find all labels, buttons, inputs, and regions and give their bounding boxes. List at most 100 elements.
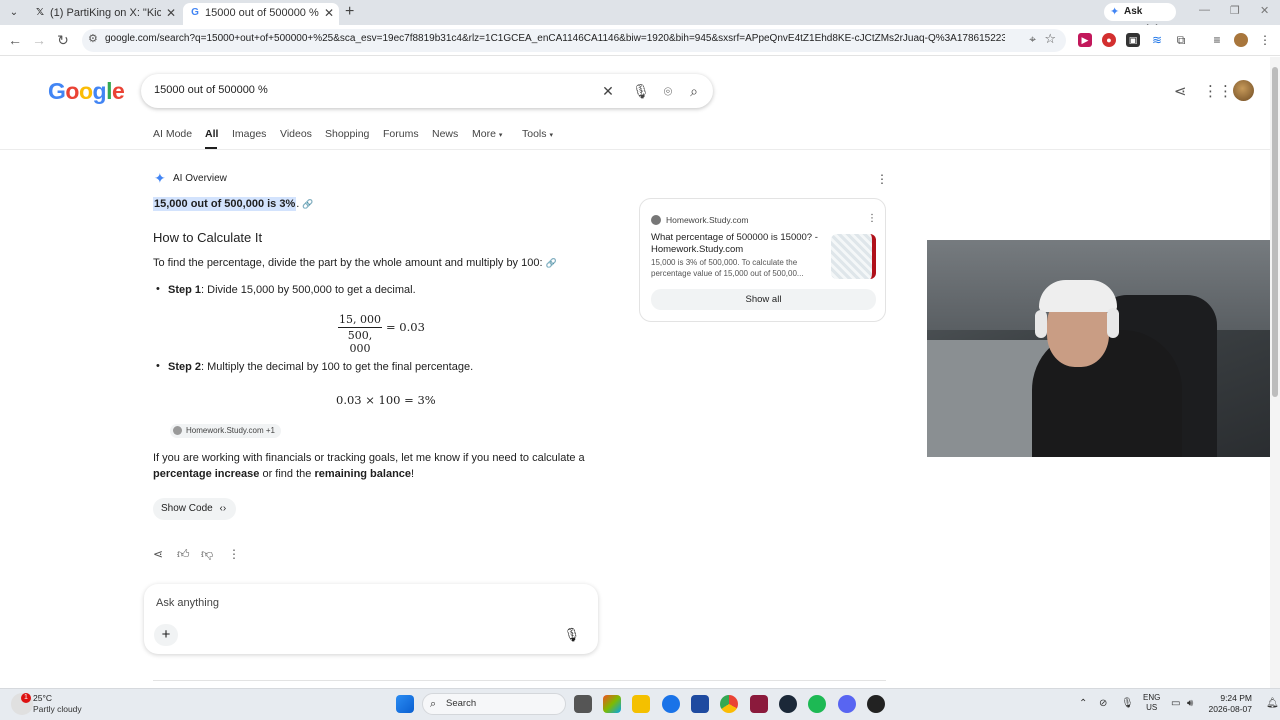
tab-strip: ⌄ 𝕏 (1) PartiKing on X: "Kick stream ✕ G… — [0, 0, 1280, 35]
tray-overflow-chevron-icon[interactable]: ⌃ — [1079, 698, 1087, 709]
more-options-icon[interactable]: ⋮ — [228, 547, 240, 561]
mic-tray-icon[interactable]: 🎙 — [1121, 698, 1134, 709]
show-all-button[interactable]: Show all — [651, 289, 876, 310]
forward-arrow-icon[interactable]: → — [30, 31, 48, 49]
header-divider — [0, 149, 1270, 150]
source-card[interactable]: Homework.Study.com ⋮ What percentage of … — [639, 198, 886, 322]
chrome-icon[interactable] — [720, 695, 738, 713]
kebab-menu-icon[interactable]: ⋮ — [1258, 33, 1272, 47]
apps-grid-icon[interactable]: ⋮⋮ — [1203, 82, 1233, 100]
tab-images[interactable]: Images — [232, 128, 266, 140]
network-icon[interactable]: ⊘ — [1099, 698, 1107, 709]
extensions-puzzle-icon[interactable]: ⧉ — [1174, 33, 1188, 47]
ask-input[interactable]: Ask anything — [156, 597, 219, 609]
bullet-dot: • — [156, 283, 160, 295]
bookmark-star-icon[interactable]: ☆ — [1044, 31, 1056, 47]
share-icon[interactable]: ⋖ — [153, 547, 163, 561]
close-window-icon[interactable]: ✕ — [1260, 4, 1269, 17]
mic-icon[interactable]: 🎙 — [563, 627, 580, 643]
ask-anything-box[interactable]: Ask anything + 🎙 — [144, 584, 598, 654]
tab-shopping[interactable]: Shopping — [325, 128, 369, 140]
tab-videos[interactable]: Videos — [280, 128, 312, 140]
link-icon[interactable]: 🔗 — [302, 199, 313, 209]
site-settings-icon[interactable]: ⚙ — [88, 32, 98, 45]
ask-gemini-button[interactable]: ✦ Ask Gemini — [1104, 3, 1176, 35]
fraction: 15, 000 500, 000 — [338, 313, 382, 355]
show-code-label: Show Code — [161, 503, 213, 514]
ai-overview-sparkle-icon: ✦ — [154, 170, 166, 186]
tab-news[interactable]: News — [432, 128, 458, 140]
taskbar-clock[interactable]: 9:24 PM 2026-08-07 — [1206, 693, 1252, 715]
maximize-icon[interactable]: ❐ — [1230, 4, 1240, 17]
page-scrollbar[interactable] — [1270, 57, 1280, 688]
lens-camera-icon[interactable]: ⌾ — [658, 81, 678, 101]
account-avatar[interactable] — [1233, 80, 1254, 101]
source-chip[interactable]: Homework.Study.com +1 — [170, 424, 281, 438]
tab-tools[interactable]: Tools ▾ — [522, 128, 553, 140]
address-bar[interactable]: ⚙ google.com/search?q=15000+out+of+50000… — [82, 29, 1066, 52]
close-tab-icon[interactable]: ✕ — [324, 3, 334, 23]
new-tab-plus-icon[interactable]: + — [345, 3, 354, 21]
share-icon[interactable]: ⋖ — [1174, 82, 1187, 100]
app-next-icon[interactable] — [750, 695, 768, 713]
weather-temp[interactable]: 25°C — [33, 693, 52, 703]
discord-icon[interactable] — [838, 695, 856, 713]
tab-google-search[interactable]: G 15000 out of 500000 % - Goog ✕ — [183, 3, 339, 25]
intro-text: To find the percentage, divide the part … — [153, 257, 557, 269]
content-divider — [153, 680, 886, 681]
app-icon[interactable] — [691, 695, 709, 713]
obs-icon[interactable] — [867, 695, 885, 713]
tab-more[interactable]: More ▾ — [472, 128, 502, 140]
language-indicator[interactable]: ENG US — [1143, 693, 1160, 713]
task-view-icon[interactable] — [574, 695, 592, 713]
windows-start-icon[interactable] — [396, 695, 414, 713]
copilot-icon[interactable] — [603, 695, 621, 713]
google-logo[interactable]: Google — [48, 78, 125, 105]
minimize-icon[interactable]: — — [1199, 4, 1210, 16]
voice-search-mic-icon[interactable]: 🎙 — [631, 81, 651, 101]
weather-icon[interactable]: 1 — [11, 693, 33, 715]
source-menu-icon[interactable]: ⋮ — [867, 213, 877, 224]
gemini-spark-icon: ✦ — [1110, 6, 1120, 18]
file-explorer-icon[interactable] — [632, 695, 650, 713]
taskbar-search[interactable]: ⌕ Search — [422, 693, 566, 715]
scrollbar-thumb[interactable] — [1272, 67, 1278, 397]
reload-icon[interactable]: ↻ — [54, 31, 72, 49]
weather-condition[interactable]: Partly cloudy — [33, 704, 82, 714]
tab-all[interactable]: All — [205, 128, 218, 140]
back-arrow-icon[interactable]: ← — [6, 31, 24, 49]
search-input[interactable]: 15000 out of 500000 % — [154, 84, 268, 96]
add-plus-icon[interactable]: + — [154, 624, 178, 646]
show-code-button[interactable]: Show Code ‹› — [153, 498, 236, 520]
extension-red-icon[interactable]: ▶ — [1078, 33, 1092, 47]
steam-icon[interactable] — [779, 695, 797, 713]
thumbs-down-icon[interactable]: 👎︎ — [201, 547, 213, 562]
close-tab-icon[interactable]: ✕ — [166, 3, 176, 23]
search-icon[interactable]: ⌕ — [684, 81, 704, 101]
tab-forums[interactable]: Forums — [383, 128, 419, 140]
extension-wave-icon[interactable]: ≋ — [1150, 33, 1164, 47]
edge-icon[interactable] — [662, 695, 680, 713]
logo-letter: g — [92, 78, 107, 104]
ai-overview-menu-icon[interactable]: ⋮ — [876, 172, 888, 186]
profile-avatar[interactable] — [1234, 33, 1248, 47]
thumbs-up-icon[interactable]: 👍︎ — [177, 547, 190, 562]
tab-x-post[interactable]: 𝕏 (1) PartiKing on X: "Kick stream ✕ — [28, 3, 181, 25]
closing-end: ! — [411, 468, 415, 480]
source-title[interactable]: What percentage of 500000 is 15000? - Ho… — [651, 232, 821, 256]
tab-search-chevron-icon[interactable]: ⌄ — [6, 5, 22, 21]
ai-answer: 15,000 out of 500,000 is 3%. 🔗 — [153, 197, 314, 211]
link-icon[interactable]: 🔗 — [546, 258, 557, 268]
lang-code: ENG — [1143, 693, 1161, 702]
reading-list-icon[interactable]: ≡ — [1210, 33, 1224, 47]
extension-circle-icon[interactable]: ● — [1102, 33, 1116, 47]
notifications-icon[interactable]: 🔔︎ — [1266, 698, 1279, 709]
extension-puzzle-dark-icon[interactable]: ▣ — [1126, 33, 1140, 47]
display-icon[interactable]: ▭ — [1171, 698, 1180, 709]
location-pin-icon[interactable]: ⌖ — [1029, 32, 1036, 47]
spotify-icon[interactable] — [808, 695, 826, 713]
clear-search-icon[interactable]: ✕ — [598, 81, 618, 101]
search-box[interactable]: 15000 out of 500000 % ✕ 🎙 ⌾ ⌕ — [141, 74, 713, 108]
tab-ai-mode[interactable]: AI Mode — [153, 128, 192, 140]
speaker-icon[interactable]: 🔊︎ — [1187, 698, 1193, 709]
